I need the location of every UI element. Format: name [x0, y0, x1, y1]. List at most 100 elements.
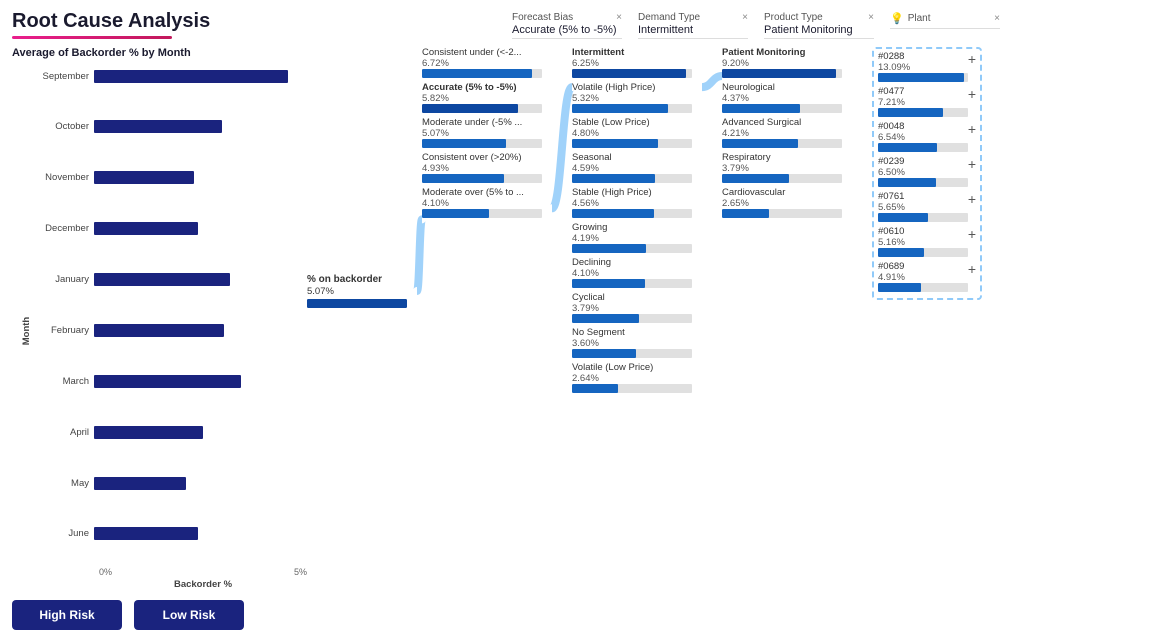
- sankey-item-label: Intermittent: [572, 47, 702, 58]
- sankey-bar-fill: [878, 108, 943, 117]
- bar-fill: [94, 375, 241, 388]
- sankey-item-label: Cyclical: [572, 292, 702, 303]
- chart-title: Average of Backorder % by Month: [12, 47, 307, 59]
- sankey-bar-track: [422, 69, 542, 78]
- sankey-item-label: #0761: [878, 191, 962, 202]
- bottom-buttons: High Risk Low Risk: [12, 600, 1138, 632]
- list-item: Moderate over (5% to ...4.10%: [422, 187, 552, 218]
- expand-icon[interactable]: +: [968, 121, 976, 137]
- bar-fill: [94, 426, 203, 439]
- filter-value-demand-type: Intermittent: [638, 24, 748, 36]
- bar-fill: [94, 273, 230, 286]
- sankey-bar-fill: [722, 139, 798, 148]
- sankey-item-value: 6.50%: [878, 167, 962, 178]
- filter-label-product-type: Product Type: [764, 12, 823, 23]
- chart-axis: 0% 5%: [99, 567, 307, 577]
- bar-fill: [94, 120, 222, 133]
- bar-track: [94, 171, 307, 184]
- bar-label: October: [26, 121, 94, 132]
- sankey-bar-fill: [572, 349, 636, 358]
- bar-row: May: [26, 474, 307, 492]
- list-item: Patient Monitoring9.20%: [722, 47, 852, 78]
- sankey-item-value: 13.09%: [878, 62, 962, 73]
- list-item: Stable (Low Price)4.80%: [572, 117, 702, 148]
- sankey-bar-fill: [422, 69, 532, 78]
- sankey-bar-track: [572, 104, 692, 113]
- list-item: #04777.21%+: [878, 86, 962, 117]
- sankey-item-label: Consistent under (<-2...: [422, 47, 552, 58]
- sankey-item-value: 3.60%: [572, 338, 702, 349]
- sankey-bar-fill: [422, 104, 518, 113]
- list-item: Volatile (High Price)5.32%: [572, 82, 702, 113]
- bar-row: November: [26, 169, 307, 187]
- list-item: Consistent under (<-2...6.72%: [422, 47, 552, 78]
- sankey-bar-fill: [572, 69, 686, 78]
- sankey-bar-fill: [722, 69, 836, 78]
- expand-icon[interactable]: +: [968, 191, 976, 207]
- sankey-bar-fill: [572, 209, 654, 218]
- bar-fill: [94, 171, 194, 184]
- sankey-item-label: Seasonal: [572, 152, 702, 163]
- bar-label: June: [26, 528, 94, 539]
- filter-close-plant[interactable]: ×: [994, 13, 1000, 24]
- list-item: Intermittent6.25%: [572, 47, 702, 78]
- sankey-bar-track: [422, 139, 542, 148]
- sankey-item-label: #0288: [878, 51, 962, 62]
- low-risk-button[interactable]: Low Risk: [134, 600, 244, 630]
- bar-row: October: [26, 118, 307, 136]
- sankey-bar-track: [878, 178, 968, 187]
- sankey-bar-fill: [422, 139, 506, 148]
- list-item: Volatile (Low Price)2.64%: [572, 362, 702, 393]
- list-item: Seasonal4.59%: [572, 152, 702, 183]
- sankey-bar-track: [878, 108, 968, 117]
- sankey-bar-fill: [572, 384, 618, 393]
- sankey-bar-fill: [878, 143, 937, 152]
- expand-icon[interactable]: +: [968, 86, 976, 102]
- sankey-bar-track: [878, 143, 968, 152]
- sankey-bar-track: [572, 244, 692, 253]
- sankey-bar-track: [878, 283, 968, 292]
- chart-section: Average of Backorder % by Month Month Se…: [12, 43, 307, 594]
- sankey-item-label: Advanced Surgical: [722, 117, 852, 128]
- sankey-bar-track: [572, 139, 692, 148]
- sankey-item-label: Volatile (Low Price): [572, 362, 702, 373]
- filter-close-forecast-bias[interactable]: ×: [616, 12, 622, 23]
- expand-icon[interactable]: +: [968, 226, 976, 242]
- expand-icon[interactable]: +: [968, 51, 976, 67]
- sankey-item-value: 7.21%: [878, 97, 962, 108]
- bar-row: December: [26, 220, 307, 238]
- expand-icon[interactable]: +: [968, 156, 976, 172]
- sankey-item-value: 2.64%: [572, 373, 702, 384]
- sankey-bar-fill: [572, 139, 658, 148]
- list-item: #02396.50%+: [878, 156, 962, 187]
- filters-section: Forecast Bias × Accurate (5% to -5%) Dem…: [512, 10, 1000, 39]
- sankey-col0-bar-fill: [307, 299, 407, 308]
- list-item: No Segment3.60%: [572, 327, 702, 358]
- list-item: Advanced Surgical4.21%: [722, 117, 852, 148]
- sankey-item-value: 5.32%: [572, 93, 702, 104]
- list-item: Growing4.19%: [572, 222, 702, 253]
- sankey-bar-fill: [878, 73, 964, 82]
- sankey-bar-track: [572, 384, 692, 393]
- list-item: #07615.65%+: [878, 191, 962, 222]
- list-item: Neurological4.37%: [722, 82, 852, 113]
- sankey-col0: % on backorder 5.07%: [307, 274, 417, 308]
- sankey-bar-fill: [878, 283, 921, 292]
- bar-label: January: [26, 274, 94, 285]
- bar-label: March: [26, 376, 94, 387]
- high-risk-button[interactable]: High Risk: [12, 600, 122, 630]
- sankey-bar-fill: [722, 209, 769, 218]
- filter-close-demand-type[interactable]: ×: [742, 12, 748, 23]
- bar-chart: SeptemberOctoberNovemberDecemberJanuaryF…: [26, 67, 307, 567]
- content-row: Average of Backorder % by Month Month Se…: [12, 43, 1138, 594]
- expand-icon[interactable]: +: [968, 261, 976, 277]
- sankey-item-value: 4.10%: [422, 198, 552, 209]
- bar-label: February: [26, 325, 94, 336]
- sankey-item-value: 5.65%: [878, 202, 962, 213]
- sankey-bar-fill: [878, 248, 924, 257]
- sankey-bar-track: [722, 139, 842, 148]
- y-axis-label: Month: [21, 316, 32, 345]
- filter-close-product-type[interactable]: ×: [868, 12, 874, 23]
- list-item: #06894.91%+: [878, 261, 962, 292]
- sankey-bar-fill: [572, 279, 645, 288]
